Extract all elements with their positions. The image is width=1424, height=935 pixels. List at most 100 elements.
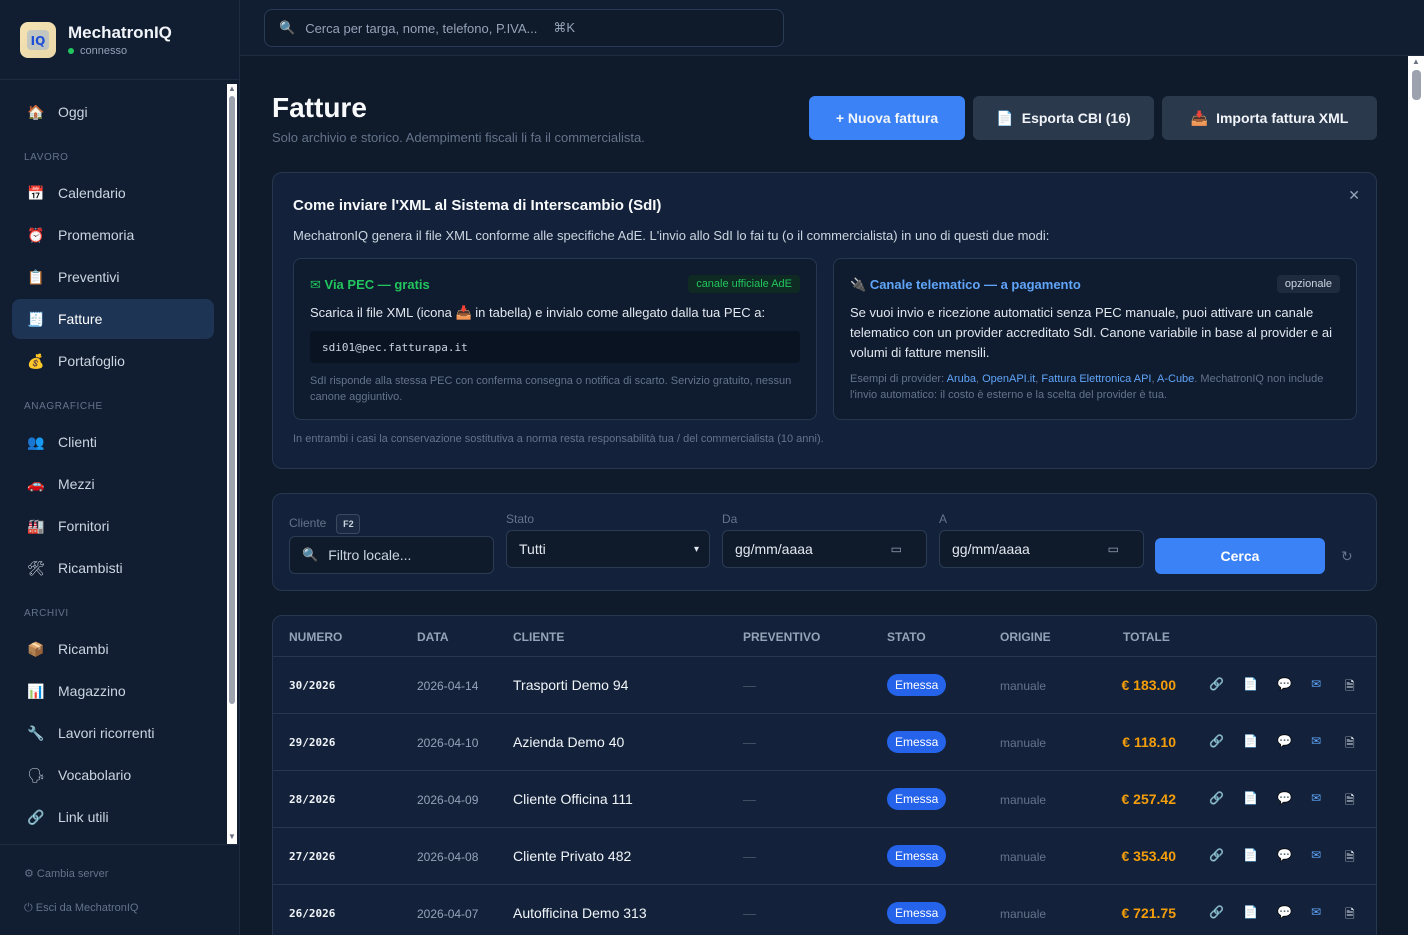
- logout-link[interactable]: ⏻ Esci da MechatronIQ: [24, 902, 240, 915]
- da-filter-label: Da: [722, 512, 738, 526]
- reset-icon[interactable]: ↻: [1341, 548, 1353, 565]
- global-search-input[interactable]: 🔍 Cerca per targa, nome, telefono, P.IVA…: [264, 9, 784, 47]
- page-scrollbar[interactable]: [1408, 56, 1424, 935]
- calendar-icon[interactable]: ▭: [891, 542, 902, 556]
- sidebar-item-magazzino[interactable]: 📊 Magazzino: [12, 671, 214, 711]
- column-header-stato[interactable]: STATO: [887, 630, 926, 644]
- link-icon[interactable]: 🔗: [1209, 677, 1224, 691]
- svg-text:IQ: IQ: [31, 34, 46, 48]
- table-row[interactable]: 27/2026 2026-04-08 Cliente Privato 482 — man…: [273, 828, 1376, 885]
- export-cbi-label: Esporta CBI (16): [1021, 110, 1131, 126]
- email-icon[interactable]: ✉: [1311, 905, 1321, 919]
- sidebar-item-promemoria[interactable]: ⏰ Promemoria: [12, 215, 214, 255]
- table-row[interactable]: 29/2026 2026-04-10 Azienda Demo 40 — manuale…: [273, 714, 1376, 771]
- column-header-origine[interactable]: ORIGINE: [1000, 630, 1051, 644]
- xml-icon[interactable]: 🗎: [1345, 791, 1355, 812]
- brand[interactable]: IQ MechatronIQ connesso: [0, 0, 239, 80]
- invoice-total: € 257.42: [1121, 791, 1177, 807]
- provider-link-openapi-it[interactable]: OpenAPI.it: [982, 373, 1035, 385]
- column-header-preventivo[interactable]: PREVENTIVO: [743, 630, 820, 644]
- sidebar-item-clienti[interactable]: 👥 Clienti: [12, 422, 214, 462]
- whatsapp-icon[interactable]: 💬: [1277, 848, 1292, 862]
- cliente-filter-input[interactable]: 🔍 Filtro locale...: [289, 536, 494, 574]
- sidebar-item-calendario[interactable]: 📅 Calendario: [12, 173, 214, 213]
- sidebar-scrollbar-thumb[interactable]: [229, 96, 235, 704]
- cliente-filter-label: Cliente F2: [289, 514, 361, 534]
- xml-icon[interactable]: 🗎: [1345, 848, 1355, 869]
- whatsapp-icon[interactable]: 💬: [1277, 905, 1292, 919]
- table-row[interactable]: 26/2026 2026-04-07 Autofficina Demo 313 — ma…: [273, 885, 1376, 935]
- email-icon[interactable]: ✉: [1311, 848, 1321, 862]
- sidebar-item-link-utili[interactable]: 🔗 Link utili: [12, 797, 214, 837]
- page-scroll-up-icon[interactable]: ▲: [1412, 58, 1420, 66]
- fornitori-icon: 🏭: [27, 517, 45, 534]
- pdf-icon[interactable]: 📄: [1243, 677, 1258, 691]
- email-icon[interactable]: ✉: [1311, 734, 1321, 748]
- provider-link-a-cube[interactable]: A-Cube: [1157, 373, 1194, 385]
- table-row[interactable]: 30/2026 2026-04-14 Trasporti Demo 94 — manua…: [273, 657, 1376, 714]
- link-icon[interactable]: 🔗: [1209, 734, 1224, 748]
- column-header-totale[interactable]: TOTALE: [1123, 630, 1170, 644]
- xml-icon[interactable]: 🗎: [1345, 734, 1355, 755]
- email-icon[interactable]: ✉: [1311, 791, 1321, 805]
- sidebar-item-ricambi[interactable]: 📦 Ricambi: [12, 629, 214, 669]
- xml-icon[interactable]: 🗎: [1345, 677, 1355, 698]
- sidebar-item-vocabolario[interactable]: 🗣 Vocabolario: [12, 755, 214, 795]
- email-icon[interactable]: ✉: [1311, 677, 1321, 691]
- search-button[interactable]: Cerca: [1155, 538, 1325, 574]
- pec-text-a: Scarica il file XML (icona: [310, 305, 452, 320]
- link-icon[interactable]: 🔗: [1209, 791, 1224, 805]
- search-icon: 🔍: [302, 547, 319, 562]
- da-placeholder: gg/mm/aaaa: [735, 541, 813, 557]
- new-invoice-button[interactable]: + Nuova fattura: [809, 96, 965, 140]
- whatsapp-icon[interactable]: 💬: [1277, 734, 1292, 748]
- sidebar-item-label: Preventivi: [58, 269, 120, 285]
- pdf-icon[interactable]: 📄: [1243, 791, 1258, 805]
- status-badge: Emessa: [887, 674, 947, 696]
- provider-link-aruba[interactable]: Aruba: [947, 373, 976, 385]
- info-title: Come inviare l'XML al Sistema di Intersc…: [293, 197, 662, 214]
- sidebar-item-oggi[interactable]: 🏠 Oggi: [12, 92, 214, 132]
- provider-link-fattura-elettronica-api[interactable]: Fattura Elettronica API: [1041, 373, 1151, 385]
- sidebar-section-archivi: ARCHIVI: [24, 608, 69, 619]
- sidebar-item-preventivi[interactable]: 📋 Preventivi: [12, 257, 214, 297]
- da-date-input[interactable]: gg/mm/aaaa ▭: [722, 530, 927, 568]
- a-date-input[interactable]: gg/mm/aaaa ▭: [939, 530, 1144, 568]
- pdf-icon[interactable]: 📄: [1243, 905, 1258, 919]
- column-header-numero[interactable]: NUMERO: [289, 630, 342, 644]
- import-xml-button[interactable]: 📥 Importa fattura XML: [1162, 96, 1377, 140]
- link-icon[interactable]: 🔗: [1209, 905, 1224, 919]
- scroll-down-icon[interactable]: ▼: [228, 833, 236, 841]
- whatsapp-icon[interactable]: 💬: [1277, 677, 1292, 691]
- telematic-title-text: Canale telematico — a pagamento: [869, 277, 1081, 292]
- change-server-link[interactable]: ⚙ Cambia server: [24, 867, 240, 880]
- invoice-origin: manuale: [1000, 793, 1047, 807]
- pdf-icon[interactable]: 📄: [1243, 848, 1258, 862]
- sidebar-item-lavori-ricorrenti[interactable]: 🔧 Lavori ricorrenti: [12, 713, 214, 753]
- telematic-option-card: 🔌 Canale telematico — a pagamento opzion…: [833, 258, 1357, 420]
- column-header-cliente[interactable]: CLIENTE: [513, 630, 564, 644]
- sidebar-item-fornitori[interactable]: 🏭 Fornitori: [12, 506, 214, 546]
- pdf-icon[interactable]: 📄: [1243, 734, 1258, 748]
- sidebar-item-ricambisti[interactable]: 🛠 Ricambisti: [12, 548, 214, 588]
- invoice-quote: —: [743, 792, 756, 807]
- stato-select[interactable]: Tutti ▾: [506, 530, 710, 568]
- column-header-data[interactable]: DATA: [417, 630, 449, 644]
- xml-icon[interactable]: 🗎: [1345, 905, 1355, 926]
- status-dot-icon: [68, 47, 74, 54]
- whatsapp-icon[interactable]: 💬: [1277, 791, 1292, 805]
- calendar-icon[interactable]: ▭: [1108, 542, 1119, 556]
- scroll-up-icon[interactable]: ▲: [228, 85, 236, 93]
- invoice-origin: manuale: [1000, 679, 1047, 693]
- sidebar-item-fatture[interactable]: 🧾 Fatture: [12, 299, 214, 339]
- table-row[interactable]: 28/2026 2026-04-09 Cliente Officina 111 — ma…: [273, 771, 1376, 828]
- link-icon[interactable]: 🔗: [1209, 848, 1224, 862]
- close-icon[interactable]: ✕: [1348, 187, 1360, 204]
- page-scrollbar-thumb[interactable]: [1412, 70, 1421, 100]
- sidebar: IQ MechatronIQ connesso 🏠 Oggi LAVORO 📅 Cale…: [0, 0, 240, 935]
- sidebar-item-mezzi[interactable]: 🚗 Mezzi: [12, 464, 214, 504]
- pec-email-code[interactable]: sdi01@pec.fatturapa.it: [310, 331, 800, 363]
- export-cbi-button[interactable]: 📄 Esporta CBI (16): [973, 96, 1154, 140]
- sidebar-item-portafoglio[interactable]: 💰 Portafoglio: [12, 341, 214, 381]
- search-icon: 🔍: [279, 20, 296, 35]
